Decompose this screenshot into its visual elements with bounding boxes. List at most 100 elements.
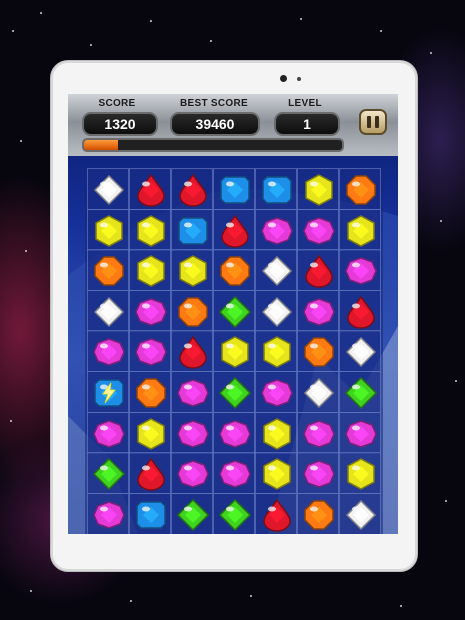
- green-gem-icon: [218, 376, 252, 410]
- board-cell[interactable]: [255, 289, 297, 332]
- board-cell[interactable]: [129, 330, 171, 373]
- board-cell[interactable]: [129, 289, 171, 332]
- board-cell[interactable]: [129, 208, 171, 251]
- board-cell[interactable]: [297, 371, 339, 413]
- board-cell[interactable]: [339, 411, 381, 454]
- blue-gem-icon: [262, 176, 292, 204]
- pause-button[interactable]: [359, 109, 387, 135]
- board-cell[interactable]: [213, 371, 255, 413]
- board-cell[interactable]: [339, 330, 381, 373]
- board-cell[interactable]: [87, 168, 129, 210]
- board-cell[interactable]: [87, 452, 129, 495]
- board-cell[interactable]: [213, 411, 255, 454]
- red-gem-icon: [179, 173, 207, 207]
- board-cell[interactable]: [171, 492, 213, 534]
- game-screen: SCORE 1320 BEST SCORE 39460 LEVEL 1: [68, 94, 398, 534]
- star-decoration: [445, 500, 447, 502]
- star-decoration: [455, 380, 457, 382]
- board-cell[interactable]: [255, 452, 297, 495]
- board-cell[interactable]: [339, 371, 381, 413]
- board-cell[interactable]: [255, 168, 297, 210]
- board-cell[interactable]: [339, 492, 381, 534]
- board-cell[interactable]: [297, 168, 339, 210]
- board-cell[interactable]: [87, 411, 129, 454]
- board-cell[interactable]: [171, 330, 213, 373]
- board-cell[interactable]: [171, 411, 213, 454]
- pause-icon-bar: [375, 116, 379, 128]
- yellow-gem-icon: [137, 255, 165, 288]
- board-cell[interactable]: [87, 330, 129, 373]
- board-cell[interactable]: [213, 289, 255, 332]
- board-cell[interactable]: [297, 289, 339, 332]
- board-cell[interactable]: [87, 249, 129, 292]
- white-gem-icon: [93, 174, 125, 206]
- board-cell[interactable]: [255, 492, 297, 534]
- board-cell[interactable]: [171, 452, 213, 495]
- board-cell[interactable]: [129, 168, 171, 210]
- board-cell[interactable]: [255, 249, 297, 292]
- best-score-label: BEST SCORE: [179, 98, 248, 109]
- board-cell[interactable]: [339, 208, 381, 251]
- red-gem-icon: [137, 457, 165, 491]
- board-cell[interactable]: [213, 330, 255, 373]
- white-gem-icon: [261, 256, 293, 287]
- board-cell[interactable]: [339, 249, 381, 292]
- board-cell[interactable]: [255, 411, 297, 454]
- red-gem-icon: [263, 498, 291, 532]
- blue-gem-icon: [178, 216, 208, 245]
- white-gem-icon: [261, 296, 293, 327]
- board-cell[interactable]: [339, 168, 381, 210]
- star-decoration: [250, 595, 252, 597]
- board-cell[interactable]: [297, 330, 339, 373]
- board-cell[interactable]: [297, 208, 339, 251]
- board-cell[interactable]: [129, 452, 171, 495]
- board-cell[interactable]: [171, 371, 213, 413]
- board-cell[interactable]: [87, 208, 129, 251]
- board-cell[interactable]: [339, 452, 381, 495]
- score-value: 1320: [82, 112, 158, 136]
- board-cell[interactable]: [129, 492, 171, 534]
- magenta-gem-icon: [135, 338, 167, 367]
- yellow-gem-icon: [137, 417, 165, 450]
- board-cell[interactable]: [129, 371, 171, 413]
- board-cell[interactable]: [213, 492, 255, 534]
- board-cell[interactable]: [129, 249, 171, 292]
- board-cell[interactable]: [213, 452, 255, 495]
- star-decoration: [25, 250, 27, 252]
- orange-gem-icon: [346, 175, 376, 205]
- board-cell[interactable]: [255, 208, 297, 251]
- gem-board[interactable]: [85, 168, 383, 534]
- blue-gem-icon: [136, 501, 166, 529]
- star-decoration: [130, 600, 132, 602]
- board-cell[interactable]: [297, 249, 339, 292]
- board-cell[interactable]: [213, 208, 255, 251]
- board-cell[interactable]: [87, 492, 129, 534]
- board-cell[interactable]: [297, 452, 339, 495]
- green-gem-icon: [344, 376, 378, 410]
- board-cell[interactable]: [255, 371, 297, 413]
- board-cell[interactable]: [171, 208, 213, 251]
- board-cell[interactable]: [297, 411, 339, 454]
- board-cell[interactable]: [171, 168, 213, 210]
- yellow-gem-icon: [347, 458, 375, 491]
- board-cell[interactable]: [171, 249, 213, 292]
- board-cell[interactable]: [339, 289, 381, 332]
- best-score-value: 39460: [170, 112, 260, 136]
- star-decoration: [10, 420, 12, 422]
- board-cell[interactable]: [297, 492, 339, 534]
- board-cell[interactable]: [255, 330, 297, 373]
- board-cell[interactable]: [213, 249, 255, 292]
- board-cell[interactable]: [87, 371, 129, 413]
- magenta-gem-icon: [303, 419, 335, 448]
- blue-special-gem-icon: [94, 379, 124, 407]
- white-gem-icon: [345, 499, 377, 530]
- board-cell[interactable]: [129, 411, 171, 454]
- green-gem-icon: [92, 458, 126, 491]
- magenta-gem-icon: [177, 419, 209, 448]
- board-cell[interactable]: [87, 289, 129, 332]
- board-cell[interactable]: [213, 168, 255, 210]
- magenta-gem-icon: [93, 419, 125, 448]
- orange-gem-icon: [220, 256, 250, 286]
- board-cell[interactable]: [171, 289, 213, 332]
- yellow-gem-icon: [263, 336, 291, 369]
